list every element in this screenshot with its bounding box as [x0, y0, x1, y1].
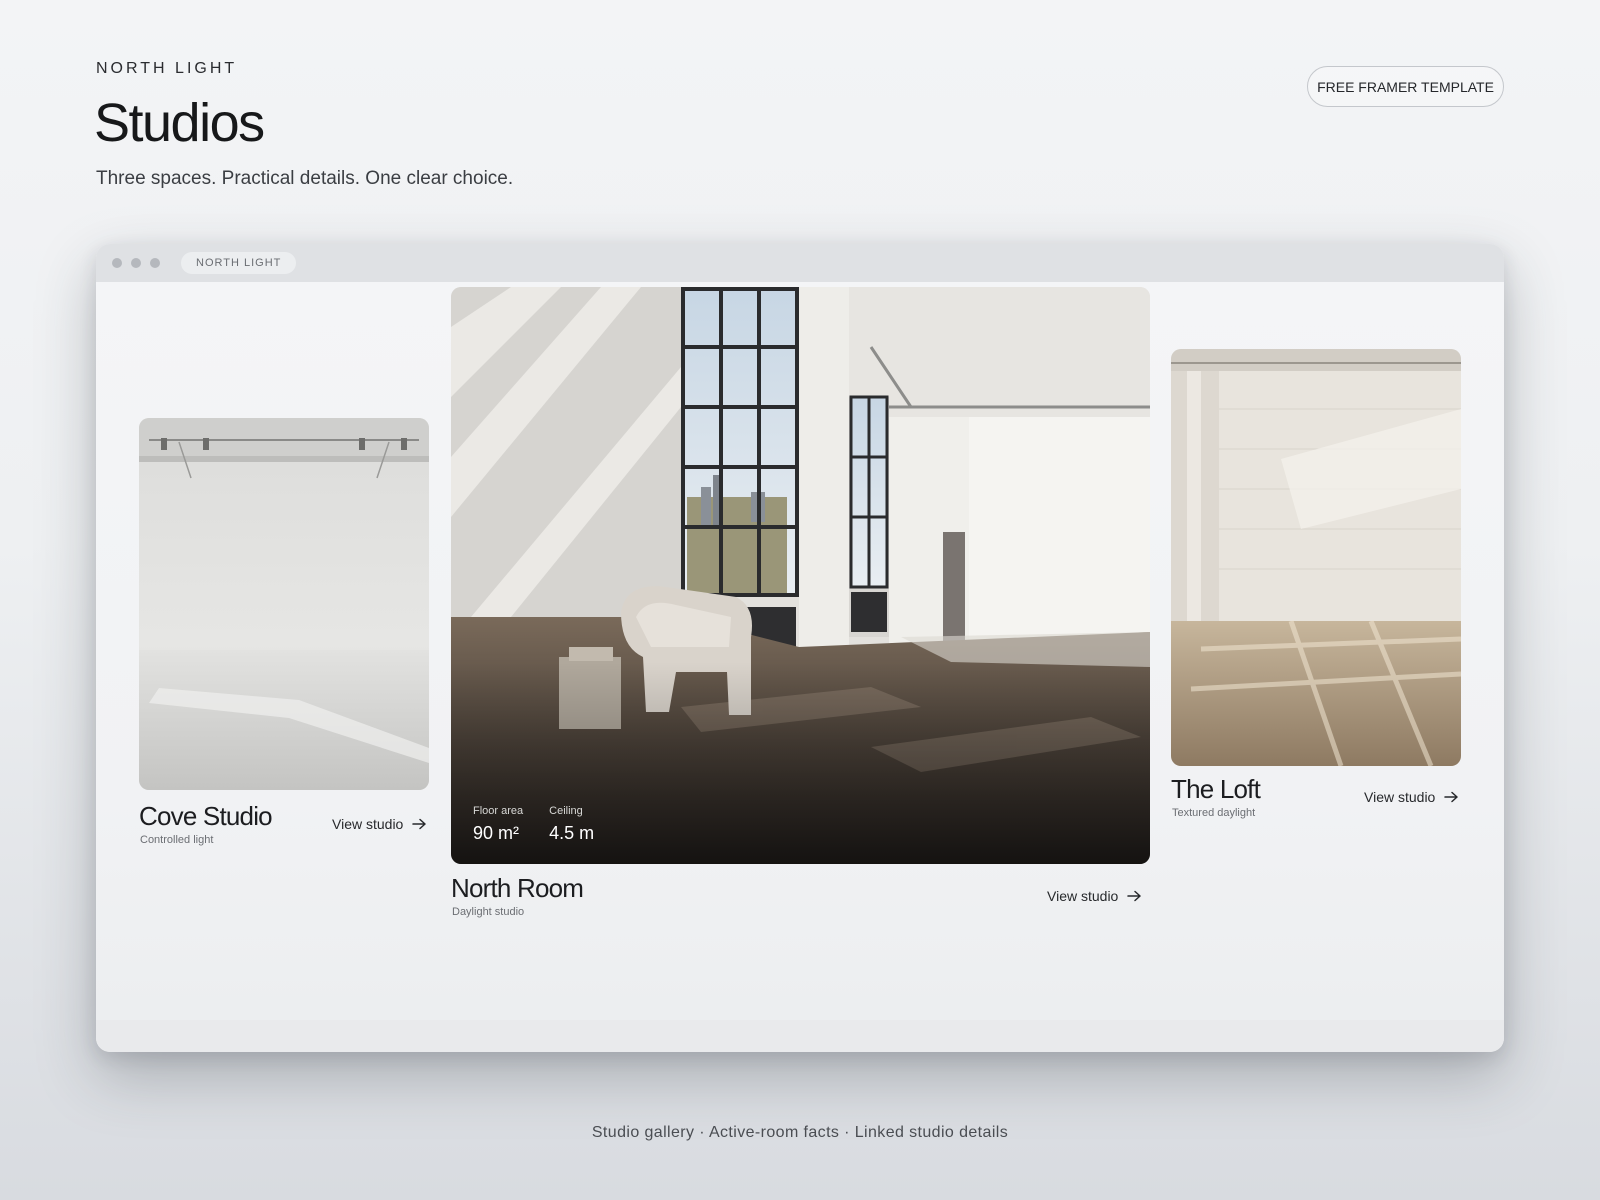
fact-value: 4.5 m [549, 823, 595, 843]
page-title: Studios [94, 93, 265, 153]
fact-value: 90 m² [473, 823, 520, 843]
view-studio-link[interactable]: View studio [332, 816, 427, 832]
fact-ceiling: Ceiling 4.5 m [549, 805, 594, 844]
room-facts: Floor area 90 m² Ceiling 4.5 m [473, 805, 594, 844]
north-room-photo: Floor area 90 m² Ceiling 4.5 m [451, 287, 1150, 864]
browser-window: NORTH LIGHT Cove Studio Controlled light… [96, 244, 1504, 1052]
studio-subtitle: Textured daylight [1172, 807, 1256, 819]
fact-floor-area: Floor area 90 m² [473, 805, 523, 844]
studio-card-north-room[interactable]: Floor area 90 m² Ceiling 4.5 m North Roo… [451, 287, 1150, 932]
arrow-right-icon [412, 818, 427, 830]
view-studio-label: View studio [1364, 789, 1436, 805]
free-template-button[interactable]: FREE FRAMER TEMPLATE [1307, 66, 1504, 107]
arrow-right-icon [1444, 791, 1459, 803]
view-studio-label: View studio [332, 816, 404, 832]
page-caption: Studio gallery · Active-room facts · Lin… [591, 1124, 1009, 1141]
studio-name: The Loft [1171, 774, 1261, 804]
brand-label: NORTH LIGHT [96, 60, 238, 77]
browser-footer-bar [96, 1020, 1504, 1052]
cove-studio-photo [139, 418, 429, 790]
browser-titlebar: NORTH LIGHT [96, 244, 1504, 282]
studio-subtitle: Daylight studio [452, 906, 525, 918]
fact-label: Floor area [473, 805, 524, 817]
studio-name: North Room [451, 873, 584, 903]
view-studio-link[interactable]: View studio [1047, 888, 1142, 904]
studio-name: Cove Studio [139, 801, 273, 831]
page-subtitle: Three spaces. Practical details. One cle… [96, 168, 514, 189]
studio-subtitle: Controlled light [140, 834, 214, 846]
view-studio-link[interactable]: View studio [1364, 789, 1459, 805]
studio-card-cove[interactable]: Cove Studio Controlled light View studio [139, 418, 429, 858]
window-close-dot[interactable] [112, 258, 122, 268]
studio-gallery: Cove Studio Controlled light View studio [96, 282, 1504, 1020]
arrow-right-icon [1127, 890, 1142, 902]
browser-tab-pill[interactable]: NORTH LIGHT [181, 252, 297, 274]
window-maximize-dot[interactable] [150, 258, 160, 268]
studio-card-the-loft[interactable]: The Loft Textured daylight View studio [1171, 349, 1461, 829]
fact-label: Ceiling [549, 805, 583, 817]
view-studio-label: View studio [1047, 888, 1119, 904]
the-loft-photo [1171, 349, 1461, 766]
window-minimize-dot[interactable] [131, 258, 141, 268]
